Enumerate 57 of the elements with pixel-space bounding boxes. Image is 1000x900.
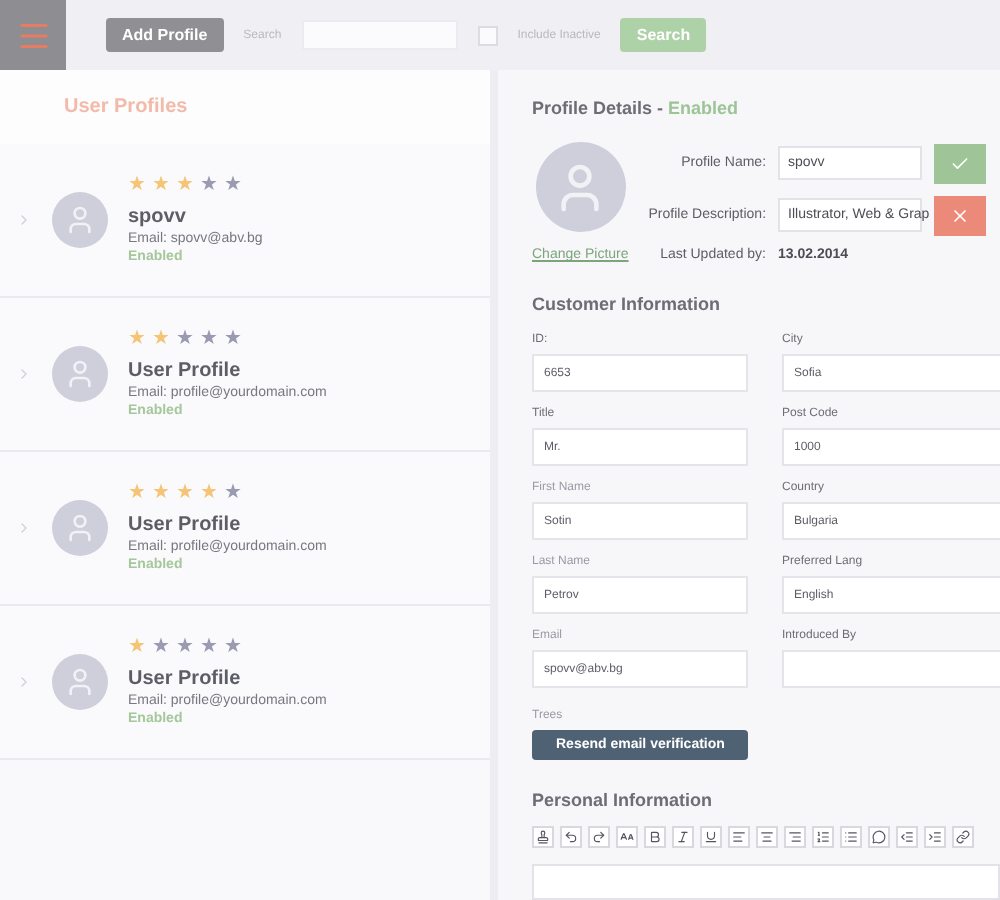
input-field[interactable] bbox=[782, 650, 1000, 688]
chevron-right-icon bbox=[16, 674, 32, 690]
section-title: Customer Information bbox=[532, 294, 723, 314]
align-right-button[interactable] bbox=[784, 826, 806, 848]
speech-bubble-icon bbox=[872, 830, 886, 844]
indent-icon bbox=[928, 830, 942, 844]
redo-icon bbox=[592, 830, 606, 844]
chevron-right-icon bbox=[16, 212, 32, 228]
align-left-button[interactable] bbox=[728, 826, 750, 848]
font-size-icon bbox=[620, 830, 634, 844]
link-icon bbox=[956, 830, 970, 844]
align-center-button[interactable] bbox=[756, 826, 778, 848]
underline-icon bbox=[704, 830, 718, 844]
undo-icon bbox=[564, 830, 578, 844]
align-left-icon bbox=[732, 830, 746, 844]
avatar-icon bbox=[535, 142, 626, 232]
bold-button[interactable] bbox=[644, 826, 666, 848]
profile-name: User Profile bbox=[128, 360, 243, 382]
undo-button[interactable] bbox=[560, 826, 582, 848]
indent-button[interactable] bbox=[924, 826, 946, 848]
avatar-icon bbox=[52, 346, 108, 402]
align-center-icon bbox=[760, 830, 774, 844]
outdent-button[interactable] bbox=[896, 826, 918, 848]
section-title: Personal Information bbox=[532, 790, 715, 810]
align-right-icon bbox=[788, 830, 802, 844]
profile-name: User Profile bbox=[128, 668, 243, 690]
chevron-right-icon bbox=[16, 366, 32, 382]
profile-name: User Profile bbox=[128, 514, 243, 536]
numbered-list-icon bbox=[816, 830, 830, 844]
bold-icon bbox=[648, 830, 662, 844]
numbered-list-button[interactable] bbox=[812, 826, 834, 848]
profile-name: spovv bbox=[128, 206, 188, 228]
close-button[interactable] bbox=[934, 195, 987, 235]
italic-icon bbox=[676, 830, 690, 844]
speech-bubble-button[interactable] bbox=[868, 826, 890, 848]
star-rating: ★ ★ ★ ★ ★ bbox=[128, 330, 244, 350]
star-rating: ★ ★ ★ ★ ★ bbox=[128, 638, 244, 658]
check-icon bbox=[950, 153, 971, 173]
chevron-right-icon bbox=[16, 520, 32, 536]
redo-button[interactable] bbox=[588, 826, 610, 848]
outdent-icon bbox=[900, 830, 914, 844]
link-button[interactable] bbox=[952, 826, 974, 848]
avatar-icon bbox=[52, 192, 108, 248]
avatar-icon bbox=[52, 654, 108, 710]
stamp-icon bbox=[536, 830, 550, 844]
avatar-icon bbox=[52, 500, 108, 556]
stamp-button[interactable] bbox=[532, 826, 554, 848]
bullet-list-icon bbox=[844, 830, 858, 844]
star-rating: ★ ★ ★ ★ ★ bbox=[128, 176, 244, 196]
italic-button[interactable] bbox=[672, 826, 694, 848]
close-icon bbox=[950, 205, 971, 225]
bullet-list-button[interactable] bbox=[840, 826, 862, 848]
details-title: Profile Details - Enabled bbox=[532, 98, 741, 118]
panel-title: User Profiles bbox=[64, 96, 188, 118]
star-rating: ★ ★ ★ ★ ★ bbox=[128, 484, 244, 504]
font-size-button[interactable] bbox=[616, 826, 638, 848]
underline-button[interactable] bbox=[700, 826, 722, 848]
